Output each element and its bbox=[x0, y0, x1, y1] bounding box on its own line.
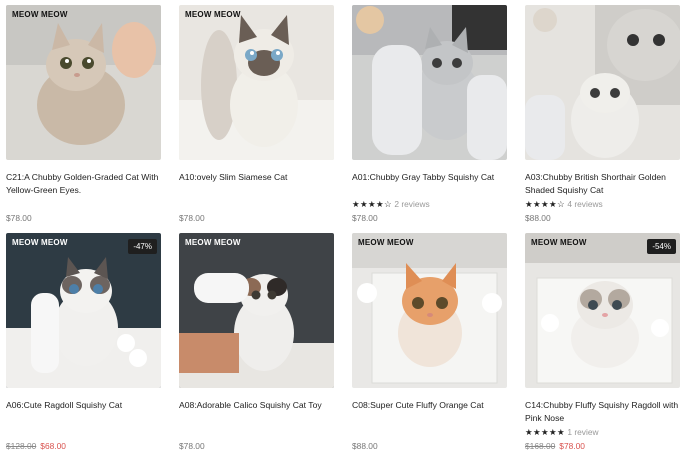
product-rating[interactable]: ★★★★☆ 2 reviews bbox=[352, 198, 507, 210]
product-card[interactable]: A01:Chubby Gray Tabby Squishy Cat ★★★★☆ … bbox=[352, 5, 507, 227]
product-price: $78.00 bbox=[179, 213, 205, 223]
review-count[interactable]: 2 reviews bbox=[394, 199, 429, 209]
rating-stars-icon: ★★★★☆ bbox=[525, 199, 566, 209]
review-count[interactable]: 1 review bbox=[567, 427, 598, 437]
product-image[interactable]: MEOW MEOW -47% bbox=[6, 233, 161, 388]
brand-logo: MEOW MEOW bbox=[12, 238, 68, 247]
product-image[interactable]: MEOW MEOW bbox=[179, 5, 334, 160]
product-title[interactable]: A06:Cute Ragdoll Squishy Cat bbox=[6, 399, 161, 425]
product-card[interactable]: MEOW MEOW A10:ovely Slim Siamese Cat $78… bbox=[179, 5, 334, 227]
product-image[interactable] bbox=[525, 5, 680, 160]
product-title[interactable]: A10:ovely Slim Siamese Cat bbox=[179, 171, 334, 197]
discount-badge: -47% bbox=[128, 239, 157, 254]
brand-logo: MEOW MEOW bbox=[358, 238, 414, 247]
product-title[interactable]: C14:Chubby Fluffy Squishy Ragdoll with P… bbox=[525, 399, 680, 425]
product-card[interactable]: MEOW MEOW -54% C14:Chubby Fluffy Squishy… bbox=[525, 233, 680, 455]
product-grid: MEOW MEOW C21:A Chubby Golden-Graded Cat… bbox=[0, 0, 700, 451]
rating-stars-icon: ★★★★☆ bbox=[352, 199, 393, 209]
product-title[interactable]: A01:Chubby Gray Tabby Squishy Cat bbox=[352, 171, 507, 197]
product-image[interactable] bbox=[352, 5, 507, 160]
product-card[interactable]: A03:Chubby British Shorthair Golden Shad… bbox=[525, 5, 680, 227]
product-card[interactable]: MEOW MEOW -47% A06:Cute Ragdoll Squishy … bbox=[6, 233, 161, 455]
product-card[interactable]: MEOW MEOW A08:Adorable Calico Squishy Ca… bbox=[179, 233, 334, 455]
brand-logo: MEOW MEOW bbox=[185, 10, 241, 19]
product-title[interactable]: C21:A Chubby Golden-Graded Cat With Yell… bbox=[6, 171, 161, 197]
product-price: $88.00 bbox=[525, 213, 551, 223]
product-price: $78.00 bbox=[6, 213, 32, 223]
product-title[interactable]: A08:Adorable Calico Squishy Cat Toy bbox=[179, 399, 334, 425]
rating-stars-icon: ★★★★★ bbox=[525, 427, 566, 437]
product-price: $78.00 bbox=[352, 213, 378, 223]
brand-logo: MEOW MEOW bbox=[531, 238, 587, 247]
brand-logo: MEOW MEOW bbox=[12, 10, 68, 19]
product-title[interactable]: C08:Super Cute Fluffy Orange Cat bbox=[352, 399, 507, 425]
product-card[interactable]: MEOW MEOW C21:A Chubby Golden-Graded Cat… bbox=[6, 5, 161, 227]
product-title[interactable]: A03:Chubby British Shorthair Golden Shad… bbox=[525, 171, 680, 197]
discount-badge: -54% bbox=[647, 239, 676, 254]
product-card[interactable]: MEOW MEOW C08:Super Cute Fluffy Orange C… bbox=[352, 233, 507, 455]
product-image[interactable]: MEOW MEOW bbox=[6, 5, 161, 160]
brand-logo: MEOW MEOW bbox=[185, 238, 241, 247]
product-image[interactable]: MEOW MEOW bbox=[352, 233, 507, 388]
product-image[interactable]: MEOW MEOW bbox=[179, 233, 334, 388]
review-count[interactable]: 4 reviews bbox=[567, 199, 602, 209]
product-rating[interactable]: ★★★★★ 1 review bbox=[525, 426, 680, 438]
product-image[interactable]: MEOW MEOW -54% bbox=[525, 233, 680, 388]
product-rating[interactable]: ★★★★☆ 4 reviews bbox=[525, 198, 680, 210]
